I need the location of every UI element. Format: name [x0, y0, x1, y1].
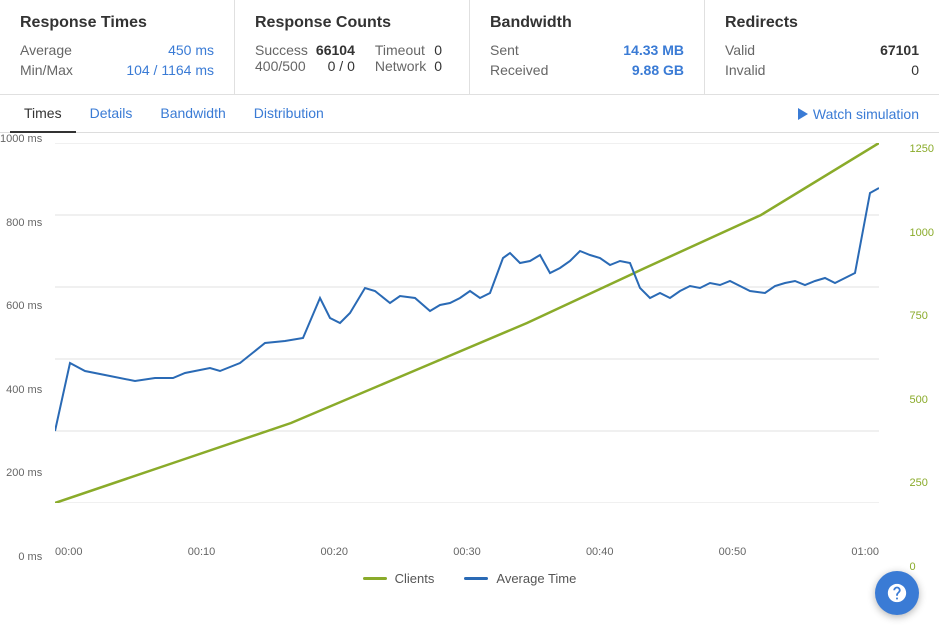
- timeout-row: Timeout 0: [375, 42, 442, 58]
- success-label: Success: [255, 42, 308, 58]
- invalid-label: Invalid: [725, 62, 765, 78]
- legend-clients: Clients: [363, 571, 435, 586]
- success-row: Success 66104: [255, 42, 355, 58]
- success-value: 66104: [316, 42, 355, 58]
- legend-avg-time: Average Time: [464, 571, 576, 586]
- x-axis: 00:00 00:10 00:20 00:30 00:40 00:50 01:0…: [55, 546, 879, 558]
- received-value: 9.88 GB: [632, 62, 684, 78]
- x-label-30: 00:30: [453, 546, 481, 558]
- bandwidth-title: Bandwidth: [490, 14, 684, 32]
- y-right-750: 750: [910, 310, 928, 322]
- chart-legend: Clients Average Time: [0, 563, 939, 590]
- sent-value: 14.33 MB: [623, 42, 684, 58]
- valid-label: Valid: [725, 42, 755, 58]
- avg-time-legend-label: Average Time: [496, 571, 576, 586]
- valid-row: Valid 67101: [725, 42, 919, 58]
- timeout-value: 0: [434, 42, 442, 58]
- received-label: Received: [490, 62, 548, 78]
- status-label: 400/500: [255, 58, 306, 74]
- y-right-1250: 1250: [910, 143, 934, 155]
- y-right-500: 500: [910, 394, 928, 406]
- y-left-800: 800 ms: [6, 217, 42, 229]
- redirects-title: Redirects: [725, 14, 919, 32]
- y-left-200: 200 ms: [6, 467, 42, 479]
- x-label-10: 00:10: [188, 546, 216, 558]
- x-label-40: 00:40: [586, 546, 614, 558]
- response-times-card: Response Times Average 450 ms Min/Max 10…: [0, 0, 235, 94]
- x-label-0: 00:00: [55, 546, 83, 558]
- y-axis-left: 0 ms 200 ms 400 ms 600 ms 800 ms 1000 ms: [0, 133, 50, 563]
- clients-line: [55, 143, 879, 503]
- x-label-60: 01:00: [851, 546, 879, 558]
- received-row: Received 9.88 GB: [490, 62, 684, 78]
- tab-distribution[interactable]: Distribution: [240, 95, 338, 133]
- minmax-value: 104 / 1164 ms: [126, 62, 214, 78]
- network-label: Network: [375, 58, 426, 74]
- tabs-bar: Times Details Bandwidth Distribution Wat…: [0, 95, 939, 133]
- avg-time-legend-line: [464, 577, 488, 580]
- x-label-50: 00:50: [719, 546, 747, 558]
- y-right-0: 0: [910, 561, 916, 573]
- y-right-250: 250: [910, 477, 928, 489]
- response-times-title: Response Times: [20, 14, 214, 32]
- minmax-row: Min/Max 104 / 1164 ms: [20, 62, 214, 78]
- minmax-label: Min/Max: [20, 62, 73, 78]
- network-value: 0: [434, 58, 442, 74]
- y-axis-right: 0 250 500 750 1000 1250: [902, 143, 934, 573]
- chart-area: 0 ms 200 ms 400 ms 600 ms 800 ms 1000 ms…: [0, 133, 939, 563]
- x-label-20: 00:20: [320, 546, 348, 558]
- response-counts-card: Response Counts Success 66104 400/500 0 …: [235, 0, 470, 94]
- avg-time-line: [55, 188, 879, 431]
- average-row: Average 450 ms: [20, 42, 214, 58]
- network-row: Network 0: [375, 58, 442, 74]
- average-label: Average: [20, 42, 72, 58]
- valid-value: 67101: [880, 42, 919, 58]
- tab-details[interactable]: Details: [76, 95, 147, 133]
- invalid-row: Invalid 0: [725, 62, 919, 78]
- watch-simulation-label: Watch simulation: [813, 106, 919, 122]
- invalid-value: 0: [911, 62, 919, 78]
- y-left-1000: 1000 ms: [0, 133, 42, 145]
- help-icon: [886, 582, 908, 604]
- tab-times[interactable]: Times: [10, 95, 76, 133]
- status-row: 400/500 0 / 0: [255, 58, 355, 74]
- y-right-1000: 1000: [910, 227, 934, 239]
- average-value: 450 ms: [168, 42, 214, 58]
- clients-legend-label: Clients: [395, 571, 435, 586]
- watch-simulation-button[interactable]: Watch simulation: [788, 98, 929, 130]
- bandwidth-card: Bandwidth Sent 14.33 MB Received 9.88 GB: [470, 0, 705, 94]
- redirects-card: Redirects Valid 67101 Invalid 0: [705, 0, 939, 94]
- sent-row: Sent 14.33 MB: [490, 42, 684, 58]
- chart-svg: [55, 143, 879, 503]
- status-value: 0 / 0: [328, 58, 355, 74]
- sent-label: Sent: [490, 42, 519, 58]
- tab-bandwidth[interactable]: Bandwidth: [146, 95, 239, 133]
- response-counts-title: Response Counts: [255, 14, 449, 32]
- y-left-400: 400 ms: [6, 384, 42, 396]
- clients-legend-line: [363, 577, 387, 580]
- timeout-label: Timeout: [375, 42, 425, 58]
- fab-button[interactable]: [875, 571, 919, 615]
- top-cards: Response Times Average 450 ms Min/Max 10…: [0, 0, 939, 95]
- y-left-0: 0 ms: [18, 551, 42, 563]
- y-left-600: 600 ms: [6, 300, 42, 312]
- play-icon: [798, 108, 808, 120]
